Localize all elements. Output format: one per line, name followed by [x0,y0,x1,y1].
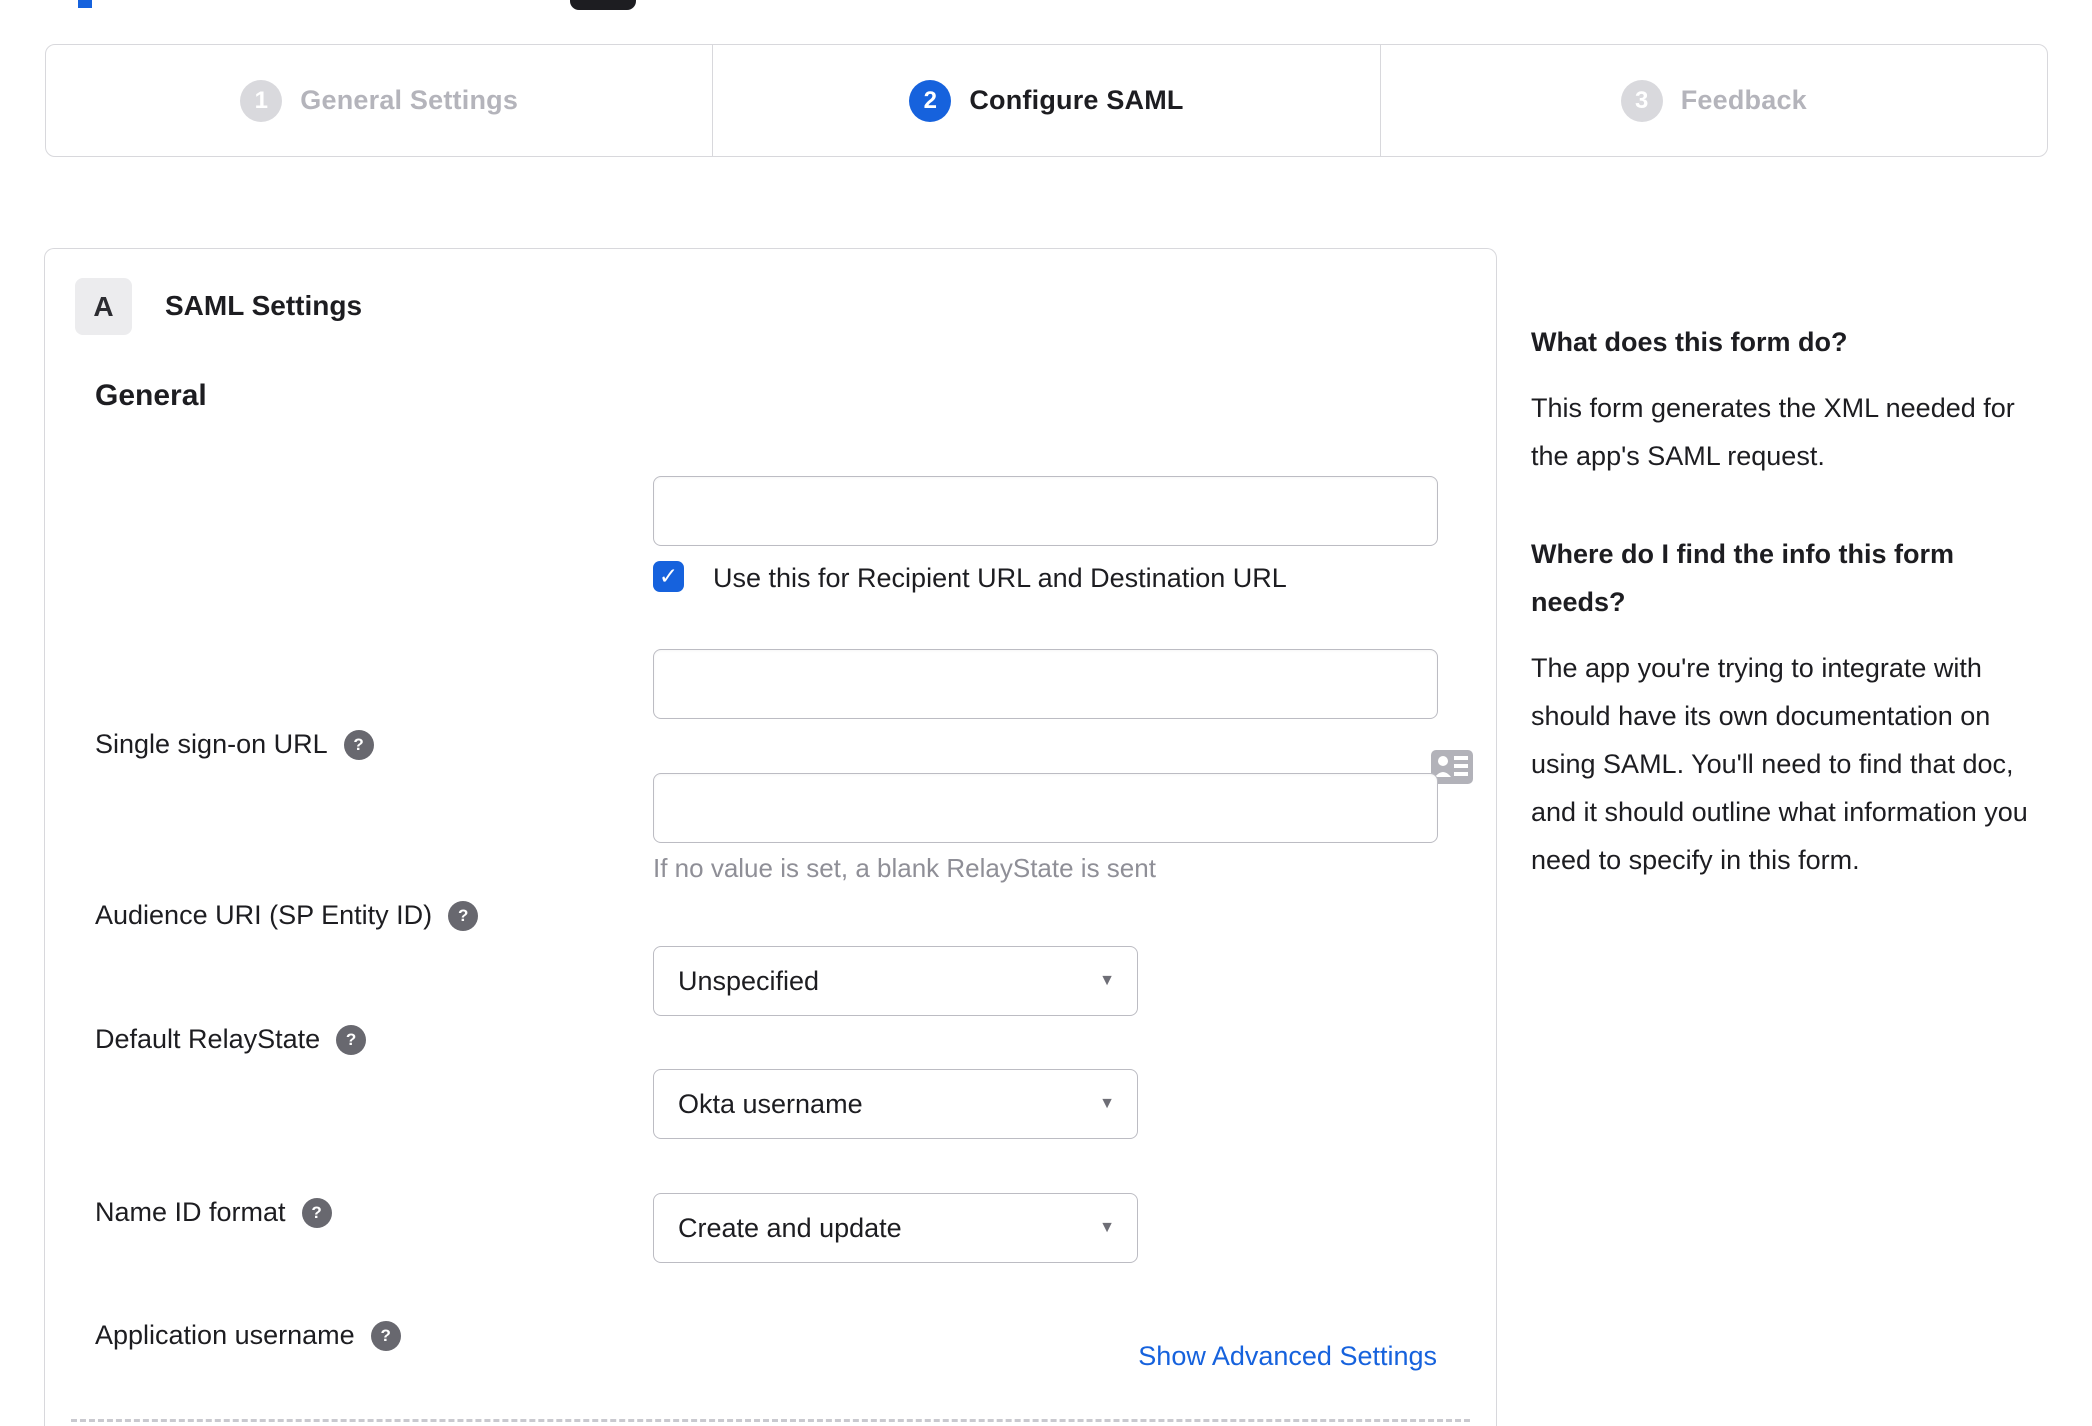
help-heading-what: What does this form do? [1531,327,1848,357]
step-3-number-badge: 3 [1620,79,1663,122]
cutoff-black-button-fragment [570,0,636,10]
step-2-number-badge: 2 [909,79,952,122]
application-username-label-text: Application username [95,1320,355,1350]
single-sign-on-url-help-icon[interactable]: ? [343,729,374,760]
default-relaystate-label-text: Default RelayState [95,1024,321,1054]
recipient-destination-checkbox[interactable]: ✓ [653,561,684,592]
step-configure-saml[interactable]: 2 Configure SAML [712,45,1379,156]
show-advanced-settings-link[interactable]: Show Advanced Settings [1138,1341,1437,1372]
name-id-format-select[interactable]: Unspecified ▼ [653,946,1138,1016]
default-relaystate-input[interactable] [653,773,1438,843]
audience-uri-help-icon[interactable]: ? [448,900,479,931]
configure-saml-page: 1 General Settings 2 Configure SAML 3 Fe… [0,0,2092,1426]
update-application-username-value: Create and update [678,1212,902,1243]
step-general-settings[interactable]: 1 General Settings [46,45,712,156]
checkmark-icon: ✓ [658,563,679,589]
step-feedback[interactable]: 3 Feedback [1379,45,2047,156]
saml-settings-panel: A SAML Settings General Single sign-on U… [44,248,1497,1426]
name-id-format-label-text: Name ID format [95,1197,286,1227]
audience-uri-label: Audience URI (SP Entity ID) ? [95,900,479,931]
step-3-label: Feedback [1680,85,1807,115]
name-id-format-help-icon[interactable]: ? [301,1197,332,1228]
name-id-format-value: Unspecified [678,965,820,996]
single-sign-on-url-label-text: Single sign-on URL [95,729,328,759]
help-para-where: The app you're trying to integrate with … [1531,653,2028,875]
help-para-what: This form generates the XML needed for t… [1531,393,2015,471]
application-username-label: Application username ? [95,1320,401,1351]
general-section-heading: General [95,379,207,412]
application-username-value: Okta username [678,1088,863,1119]
wizard-stepper: 1 General Settings 2 Configure SAML 3 Fe… [45,44,2048,157]
section-a-badge: A [75,278,132,335]
step-2-label: Configure SAML [969,85,1184,115]
cutoff-blue-logo-fragment [78,0,92,8]
update-application-username-select[interactable]: Create and update ▼ [653,1193,1138,1263]
default-relaystate-help-icon[interactable]: ? [336,1024,367,1055]
application-username-help-icon[interactable]: ? [370,1320,401,1351]
audience-uri-label-text: Audience URI (SP Entity ID) [95,900,433,930]
audience-uri-input[interactable] [653,649,1438,719]
section-dashed-divider [71,1419,1470,1422]
name-id-format-label: Name ID format ? [95,1197,332,1228]
chevron-down-icon: ▼ [1099,1219,1115,1236]
help-sidebar: What does this form do? This form genera… [1531,318,2043,934]
single-sign-on-url-input[interactable] [653,476,1438,546]
panel-title: SAML Settings [165,290,363,321]
chevron-down-icon: ▼ [1099,972,1115,989]
step-1-number-badge: 1 [240,79,283,122]
default-relaystate-label: Default RelayState ? [95,1024,367,1055]
help-heading-where: Where do I find the info this form needs… [1531,539,1954,617]
recipient-destination-checkbox-label: Use this for Recipient URL and Destinati… [713,563,1287,593]
single-sign-on-url-label: Single sign-on URL ? [95,729,374,760]
chevron-down-icon: ▼ [1099,1095,1115,1112]
step-1-label: General Settings [300,85,519,115]
default-relaystate-hint: If no value is set, a blank RelayState i… [653,853,1156,883]
application-username-select[interactable]: Okta username ▼ [653,1069,1138,1139]
